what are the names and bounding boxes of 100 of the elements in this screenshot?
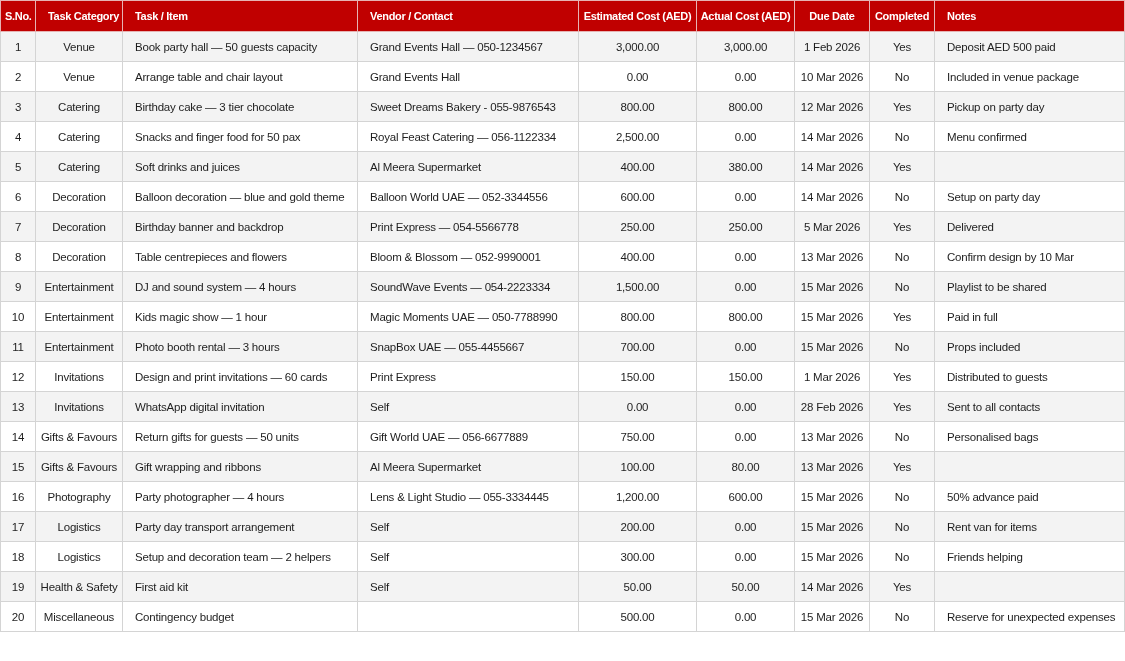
table-cell: 200.00 <box>578 511 697 542</box>
table-cell: 0.00 <box>578 391 697 422</box>
column-header: Due Date <box>794 0 870 32</box>
table-cell: Snacks and finger food for 50 pax <box>122 121 358 152</box>
table-cell: 7 <box>0 211 36 242</box>
table-cell: 0.00 <box>578 61 697 92</box>
table-cell: Sent to all contacts <box>934 391 1125 422</box>
table-cell: Print Express <box>357 361 579 392</box>
table-cell: 50.00 <box>696 571 795 602</box>
table-cell: Pickup on party day <box>934 91 1125 122</box>
table-cell: 0.00 <box>696 181 795 212</box>
table-cell: 300.00 <box>578 541 697 572</box>
table-cell: 14 <box>0 421 36 452</box>
column-header: Estimated Cost (AED) <box>578 0 697 32</box>
table-cell: 150.00 <box>578 361 697 392</box>
table-cell: Return gifts for guests — 50 units <box>122 421 358 452</box>
table-cell: 3 <box>0 91 36 122</box>
table-cell: 17 <box>0 511 36 542</box>
table-cell: 150.00 <box>696 361 795 392</box>
table-cell: Included in venue package <box>934 61 1125 92</box>
table-cell: Venue <box>35 31 123 62</box>
table-cell: 12 <box>0 361 36 392</box>
table-cell: 600.00 <box>696 481 795 512</box>
table-cell: Friends helping <box>934 541 1125 572</box>
table-cell: 600.00 <box>578 181 697 212</box>
table-cell: Personalised bags <box>934 421 1125 452</box>
table-cell: 800.00 <box>696 91 795 122</box>
table-cell: 10 Mar 2026 <box>794 61 870 92</box>
table-cell: 18 <box>0 541 36 572</box>
column-header: S.No. <box>0 0 36 32</box>
table-cell: Sweet Dreams Bakery - 055-9876543 <box>357 91 579 122</box>
table-cell: 5 Mar 2026 <box>794 211 870 242</box>
table-cell: Party photographer — 4 hours <box>122 481 358 512</box>
table-cell: Catering <box>35 121 123 152</box>
table-cell: 14 Mar 2026 <box>794 181 870 212</box>
table-cell: Grand Events Hall — 050-1234567 <box>357 31 579 62</box>
table-cell: 16 <box>0 481 36 512</box>
table-cell: 700.00 <box>578 331 697 362</box>
table-cell: Lens & Light Studio — 055-3334445 <box>357 481 579 512</box>
table-cell: Entertainment <box>35 331 123 362</box>
table-cell: 12 Mar 2026 <box>794 91 870 122</box>
table-cell: 0.00 <box>696 61 795 92</box>
table-cell: Playlist to be shared <box>934 271 1125 302</box>
table-cell: 1,200.00 <box>578 481 697 512</box>
table-cell: Setup on party day <box>934 181 1125 212</box>
table-cell: Yes <box>869 361 935 392</box>
table-cell: No <box>869 541 935 572</box>
table-cell: 0.00 <box>696 601 795 632</box>
table-cell: 50% advance paid <box>934 481 1125 512</box>
table-cell: Reserve for unexpected expenses <box>934 601 1125 632</box>
table-cell: Gifts & Favours <box>35 421 123 452</box>
table-cell: 0.00 <box>696 121 795 152</box>
table-cell: Confirm design by 10 Mar <box>934 241 1125 272</box>
table-cell: 15 Mar 2026 <box>794 301 870 332</box>
table-cell: No <box>869 421 935 452</box>
table-cell: Yes <box>869 91 935 122</box>
table-cell: Design and print invitations — 60 cards <box>122 361 358 392</box>
table-cell: 0.00 <box>696 541 795 572</box>
table-cell: Yes <box>869 301 935 332</box>
table-cell: Setup and decoration team — 2 helpers <box>122 541 358 572</box>
table-cell: Self <box>357 391 579 422</box>
table-cell: Table centrepieces and flowers <box>122 241 358 272</box>
table-cell: Al Meera Supermarket <box>357 451 579 482</box>
table-cell: 28 Feb 2026 <box>794 391 870 422</box>
table-cell: 750.00 <box>578 421 697 452</box>
table-cell: Grand Events Hall <box>357 61 579 92</box>
table-cell: Bloom & Blossom — 052-9990001 <box>357 241 579 272</box>
table-cell: 800.00 <box>696 301 795 332</box>
column-header: Vendor / Contact <box>357 0 579 32</box>
table-cell: 3,000.00 <box>696 31 795 62</box>
table-cell: Deposit AED 500 paid <box>934 31 1125 62</box>
table-cell: Yes <box>869 451 935 482</box>
table-cell: No <box>869 331 935 362</box>
table-cell: Magic Moments UAE — 050-7788990 <box>357 301 579 332</box>
table-cell: 100.00 <box>578 451 697 482</box>
table-cell: No <box>869 181 935 212</box>
table-cell: 400.00 <box>578 241 697 272</box>
table-cell: Entertainment <box>35 301 123 332</box>
table-cell: Decoration <box>35 211 123 242</box>
table-cell: 13 Mar 2026 <box>794 421 870 452</box>
table-cell: 9 <box>0 271 36 302</box>
column-header: Task Category <box>35 0 123 32</box>
table-cell: Self <box>357 571 579 602</box>
table-cell: Menu confirmed <box>934 121 1125 152</box>
table-cell: 11 <box>0 331 36 362</box>
column-header: Completed <box>869 0 935 32</box>
table-cell: Gift World UAE — 056-6677889 <box>357 421 579 452</box>
table-cell: 0.00 <box>696 241 795 272</box>
table-cell: 0.00 <box>696 391 795 422</box>
table-cell: WhatsApp digital invitation <box>122 391 358 422</box>
table-cell: Kids magic show — 1 hour <box>122 301 358 332</box>
table-cell: No <box>869 481 935 512</box>
table-cell: 0.00 <box>696 271 795 302</box>
table-cell: Invitations <box>35 391 123 422</box>
table-cell: Decoration <box>35 241 123 272</box>
table-cell: 14 Mar 2026 <box>794 121 870 152</box>
table-cell: Birthday cake — 3 tier chocolate <box>122 91 358 122</box>
table-cell: Logistics <box>35 541 123 572</box>
table-cell: 13 Mar 2026 <box>794 451 870 482</box>
table-cell: No <box>869 61 935 92</box>
